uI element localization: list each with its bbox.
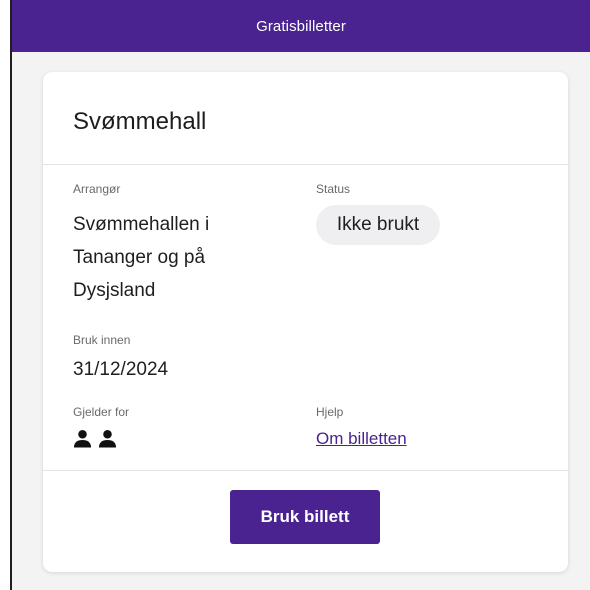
- ticket-title: Svømmehall: [73, 108, 207, 135]
- organizer-line: Tananger og på: [73, 247, 206, 268]
- status-label: Status: [316, 182, 351, 196]
- card-divider-top: [43, 164, 568, 165]
- organizer-line: Svømmehallen i: [73, 214, 210, 235]
- card-divider-bottom: [43, 470, 568, 471]
- about-ticket-link[interactable]: Om billetten: [316, 429, 407, 449]
- applies-for-people: [73, 429, 117, 449]
- status-badge: Ikke brukt: [316, 205, 440, 245]
- organizer-line: Dysjsland: [73, 280, 156, 301]
- person-icon: [73, 429, 92, 448]
- app-title: Gratisbilletter: [256, 17, 346, 35]
- use-before-label: Bruk innen: [73, 333, 131, 347]
- organizer-value: Svømmehallen i Tananger og på Dysjsland: [73, 208, 209, 307]
- use-before-value: 31/12/2024: [73, 359, 169, 380]
- app-frame: Gratisbilletter Svømmehall Arrangør Svøm…: [10, 0, 590, 590]
- app-header: Gratisbilletter: [12, 0, 590, 52]
- person-icon: [98, 429, 117, 448]
- help-label: Hjelp: [316, 405, 344, 419]
- applies-for-label: Gjelder for: [73, 405, 130, 419]
- organizer-label: Arrangør: [73, 182, 121, 196]
- use-ticket-button[interactable]: Bruk billett: [230, 490, 380, 544]
- ticket-card: Svømmehall Arrangør Svømmehallen i Tanan…: [43, 72, 568, 572]
